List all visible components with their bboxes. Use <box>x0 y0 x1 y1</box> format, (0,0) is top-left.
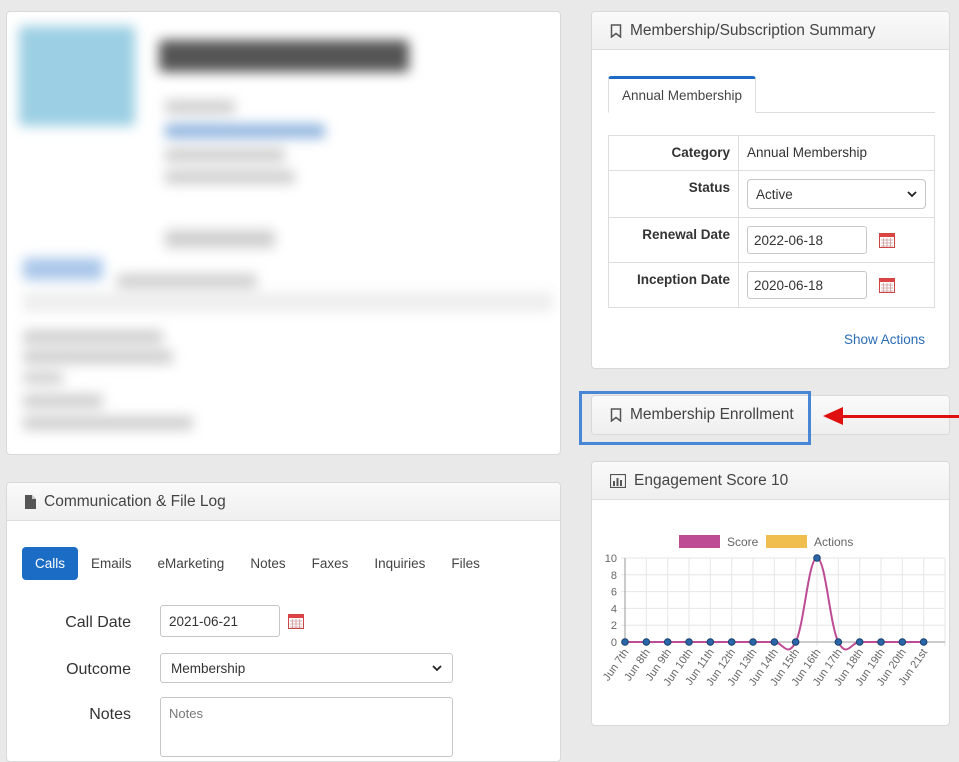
highlight-box <box>579 391 811 445</box>
score-data-point <box>706 638 715 646</box>
tab-calls[interactable]: Calls <box>22 547 79 580</box>
comm-tabs: Calls Emails eMarketing Notes Faxes Inqu… <box>22 547 493 580</box>
tab-emarketing[interactable]: eMarketing <box>145 547 238 580</box>
score-data-point <box>813 554 821 562</box>
chevron-down-icon <box>432 664 442 671</box>
score-data-point <box>727 638 736 646</box>
legend-label: Actions <box>814 535 853 549</box>
legend-swatch <box>766 535 807 548</box>
score-data-point <box>855 638 864 646</box>
engagement-header: Engagement Score 10 <box>592 462 949 500</box>
bookmark-icon <box>610 23 622 38</box>
category-label: Category <box>608 135 739 171</box>
status-value: Active <box>756 186 793 202</box>
membership-details-table: Category Annual Membership Status Active… <box>608 135 935 308</box>
score-data-point <box>642 638 651 646</box>
renewal-date-input[interactable]: 2022-06-18 <box>747 226 867 254</box>
score-data-point <box>919 638 928 646</box>
summary-tabbar: Annual Membership <box>608 76 935 113</box>
outcome-value: Membership <box>171 660 246 676</box>
comm-title: Communication & File Log <box>44 492 226 510</box>
engagement-title: Engagement Score 10 <box>634 471 789 489</box>
tab-inquiries[interactable]: Inquiries <box>361 547 438 580</box>
inception-date-label: Inception Date <box>608 262 739 308</box>
category-value: Annual Membership <box>738 135 935 171</box>
score-data-point <box>770 638 779 646</box>
outcome-label: Outcome <box>66 661 131 678</box>
communication-log-panel: Communication & File Log Calls Emails eM… <box>6 482 561 762</box>
annotation-arrow-shaft <box>842 415 959 418</box>
comm-header: Communication & File Log <box>7 483 560 521</box>
tab-faxes[interactable]: Faxes <box>299 547 362 580</box>
y-tick-label: 8 <box>611 570 617 582</box>
score-data-point <box>685 638 693 646</box>
summary-header: Membership/Subscription Summary <box>592 12 949 50</box>
tab-emails[interactable]: Emails <box>78 547 145 580</box>
tab-files[interactable]: Files <box>438 547 493 580</box>
tab-notes[interactable]: Notes <box>237 547 298 580</box>
file-icon <box>25 494 36 509</box>
tab-annual-membership[interactable]: Annual Membership <box>608 76 756 113</box>
y-tick-label: 4 <box>611 603 617 615</box>
score-data-point <box>749 638 757 646</box>
score-data-point <box>621 638 629 646</box>
status-label: Status <box>608 170 739 218</box>
inception-date-input[interactable]: 2020-06-18 <box>747 271 867 299</box>
score-data-point <box>898 638 907 646</box>
call-date-label: Call Date <box>65 614 131 631</box>
outcome-select[interactable]: Membership <box>160 653 453 683</box>
annotation-arrow-head <box>823 407 843 425</box>
summary-title: Membership/Subscription Summary <box>630 21 876 39</box>
y-tick-label: 2 <box>611 620 617 632</box>
chevron-down-icon <box>907 190 917 197</box>
calendar-icon[interactable] <box>288 614 304 629</box>
status-select[interactable]: Active <box>747 179 926 209</box>
calendar-icon[interactable] <box>878 233 895 249</box>
contact-name-blurred <box>159 40 409 72</box>
contact-profile-card <box>6 11 561 455</box>
notes-label: Notes <box>89 706 131 723</box>
avatar <box>19 26 135 126</box>
legend-label: Score <box>727 535 759 549</box>
score-data-point <box>834 638 843 646</box>
score-data-point <box>663 638 672 646</box>
score-data-point <box>791 638 800 646</box>
notes-textarea[interactable]: Notes <box>160 697 453 757</box>
score-data-point <box>877 638 885 646</box>
call-date-input[interactable]: 2021-06-21 <box>160 605 280 637</box>
engagement-chart: Score Actions0246810Jun 7thJun 8thJun 9th… <box>601 535 946 688</box>
y-tick-label: 10 <box>605 553 617 565</box>
bar-chart-icon <box>610 473 626 488</box>
renewal-date-label: Renewal Date <box>608 217 739 263</box>
membership-summary-panel: Membership/Subscription Summary Annual M… <box>591 11 950 369</box>
show-actions-link[interactable]: Show Actions <box>844 332 925 347</box>
y-tick-label: 6 <box>611 587 617 599</box>
legend-swatch <box>679 535 720 548</box>
calendar-icon[interactable] <box>878 278 895 294</box>
engagement-score-panel: Engagement Score 10 Score Actions 0 2 4 6 8 10 J… <box>591 461 950 726</box>
y-tick-label: 0 <box>611 637 617 649</box>
